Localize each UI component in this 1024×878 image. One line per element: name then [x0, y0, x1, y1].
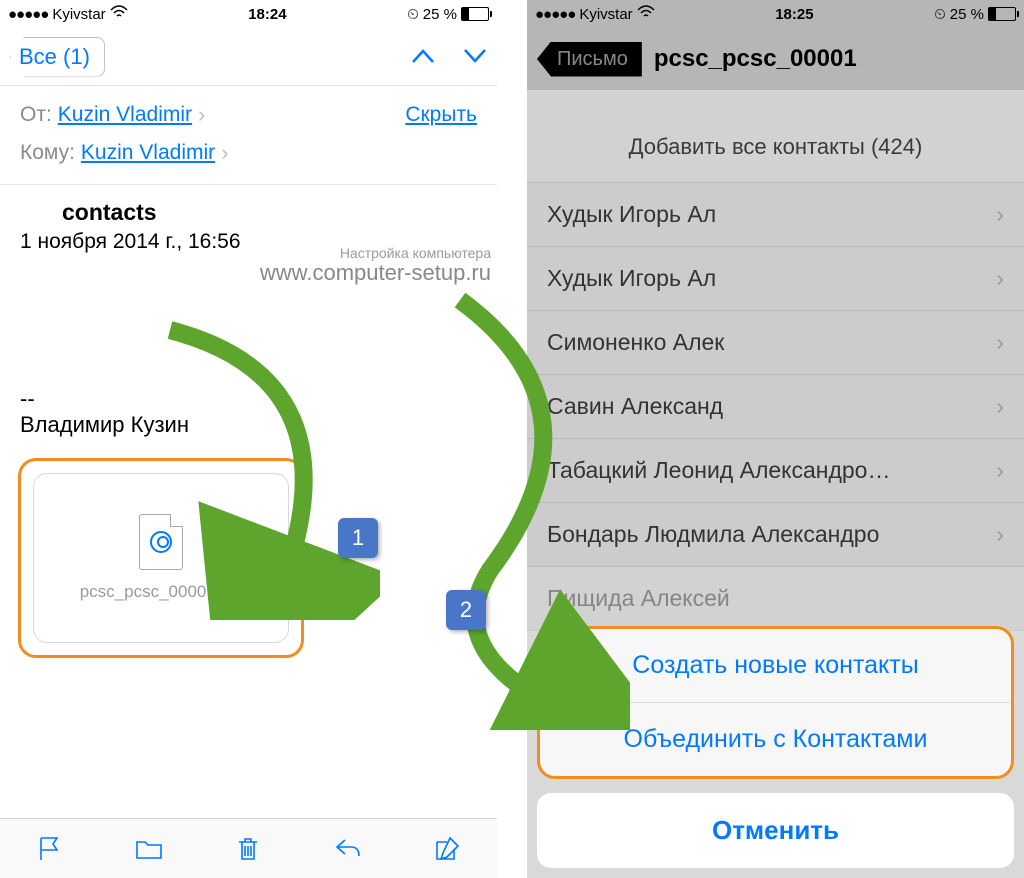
- from-value[interactable]: Kuzin Vladimir: [58, 103, 192, 127]
- mail-toolbar: [0, 818, 497, 878]
- chevron-right-icon: ›: [996, 457, 1004, 484]
- vcf-file-icon: [139, 514, 183, 570]
- chevron-right-icon: ›: [996, 329, 1004, 356]
- prev-message-button[interactable]: [411, 44, 435, 70]
- chevron-right-icon: ›: [221, 140, 228, 166]
- status-bar: ●●●●● Kyivstar 18:24 ⏲ 25 %: [0, 0, 497, 28]
- contact-row[interactable]: Пищида Алексей: [527, 567, 1024, 631]
- compose-icon[interactable]: [432, 834, 462, 864]
- next-message-button[interactable]: [463, 44, 487, 70]
- wifi-icon: [637, 5, 655, 23]
- battery-icon: [988, 7, 1016, 21]
- attachment-filename: pcsc_pcsc_00001.vcf: [80, 582, 243, 602]
- wifi-icon: [110, 5, 128, 23]
- mail-subject: contacts: [62, 199, 477, 226]
- attachment-highlight: pcsc_pcsc_00001.vcf: [18, 458, 304, 658]
- from-label: От:: [20, 103, 52, 127]
- nav-bar: Письмо pcsc_pcsc_00001: [527, 28, 1024, 90]
- mail-headers: От: Kuzin Vladimir › Скрыть Кому: Kuzin …: [0, 86, 497, 185]
- create-new-contacts-button[interactable]: Создать новые контакты: [540, 629, 1011, 703]
- status-bar: ●●●●● Kyivstar 18:25 ⏲ 25 %: [527, 0, 1024, 28]
- action-sheet: Создать новые контакты Объединить с Конт…: [537, 626, 1014, 868]
- signal-dots-icon: ●●●●●: [535, 6, 575, 23]
- reply-icon[interactable]: [333, 834, 363, 864]
- back-button[interactable]: Все (1): [10, 37, 105, 77]
- contacts-list: Худык Игорь Ал› Худык Игорь Ал› Симоненк…: [527, 183, 1024, 631]
- flag-icon[interactable]: [35, 834, 65, 864]
- contact-row[interactable]: Худык Игорь Ал›: [527, 183, 1024, 247]
- trash-icon[interactable]: [233, 834, 263, 864]
- carrier-label: Kyivstar: [579, 6, 632, 23]
- annotation-badge-2: 2: [446, 590, 486, 630]
- battery-icon: [461, 7, 489, 21]
- mail-screen: ●●●●● Kyivstar 18:24 ⏲ 25 % Все (1): [0, 0, 497, 878]
- alarm-icon: ⏲: [407, 6, 419, 23]
- clock: 18:24: [128, 6, 407, 23]
- merge-contacts-button[interactable]: Объединить с Контактами: [540, 703, 1011, 776]
- contacts-import-screen: ●●●●● Kyivstar 18:25 ⏲ 25 % Письмо pcsc_…: [527, 0, 1024, 878]
- chevron-right-icon: ›: [996, 521, 1004, 548]
- hide-details-button[interactable]: Скрыть: [405, 103, 477, 127]
- contact-row[interactable]: Савин Александ›: [527, 375, 1024, 439]
- contact-row[interactable]: Табацкий Леонид Александро…›: [527, 439, 1024, 503]
- carrier-label: Kyivstar: [52, 6, 105, 23]
- chevron-right-icon: ›: [996, 265, 1004, 292]
- to-label: Кому:: [20, 141, 75, 165]
- cancel-button[interactable]: Отменить: [537, 793, 1014, 868]
- page-title: pcsc_pcsc_00001: [654, 45, 857, 73]
- action-sheet-highlight: Создать новые контакты Объединить с Конт…: [537, 626, 1014, 779]
- alarm-icon: ⏲: [934, 6, 946, 23]
- annotation-badge-1: 1: [338, 518, 378, 558]
- clock: 18:25: [655, 6, 934, 23]
- chevron-right-icon: ›: [996, 201, 1004, 228]
- contact-row[interactable]: Симоненко Алек›: [527, 311, 1024, 375]
- battery-percent: 25 %: [950, 6, 984, 23]
- import-all-row[interactable]: Добавить все контакты (424): [527, 90, 1024, 183]
- chevron-right-icon: ›: [996, 393, 1004, 420]
- mail-body: -- Владимир Кузин: [0, 286, 497, 448]
- attachment-item[interactable]: pcsc_pcsc_00001.vcf: [33, 473, 289, 643]
- contact-row[interactable]: Худык Игорь Ал›: [527, 247, 1024, 311]
- subject-block: contacts 1 ноября 2014 г., 16:56: [0, 185, 497, 254]
- contact-row[interactable]: Бондарь Людмила Александро›: [527, 503, 1024, 567]
- folder-icon[interactable]: [134, 834, 164, 864]
- nav-bar: Все (1): [0, 28, 497, 86]
- to-value[interactable]: Kuzin Vladimir: [81, 141, 215, 165]
- signal-dots-icon: ●●●●●: [8, 6, 48, 23]
- battery-percent: 25 %: [423, 6, 457, 23]
- back-button[interactable]: Письмо: [537, 42, 642, 77]
- chevron-right-icon: ›: [198, 102, 205, 128]
